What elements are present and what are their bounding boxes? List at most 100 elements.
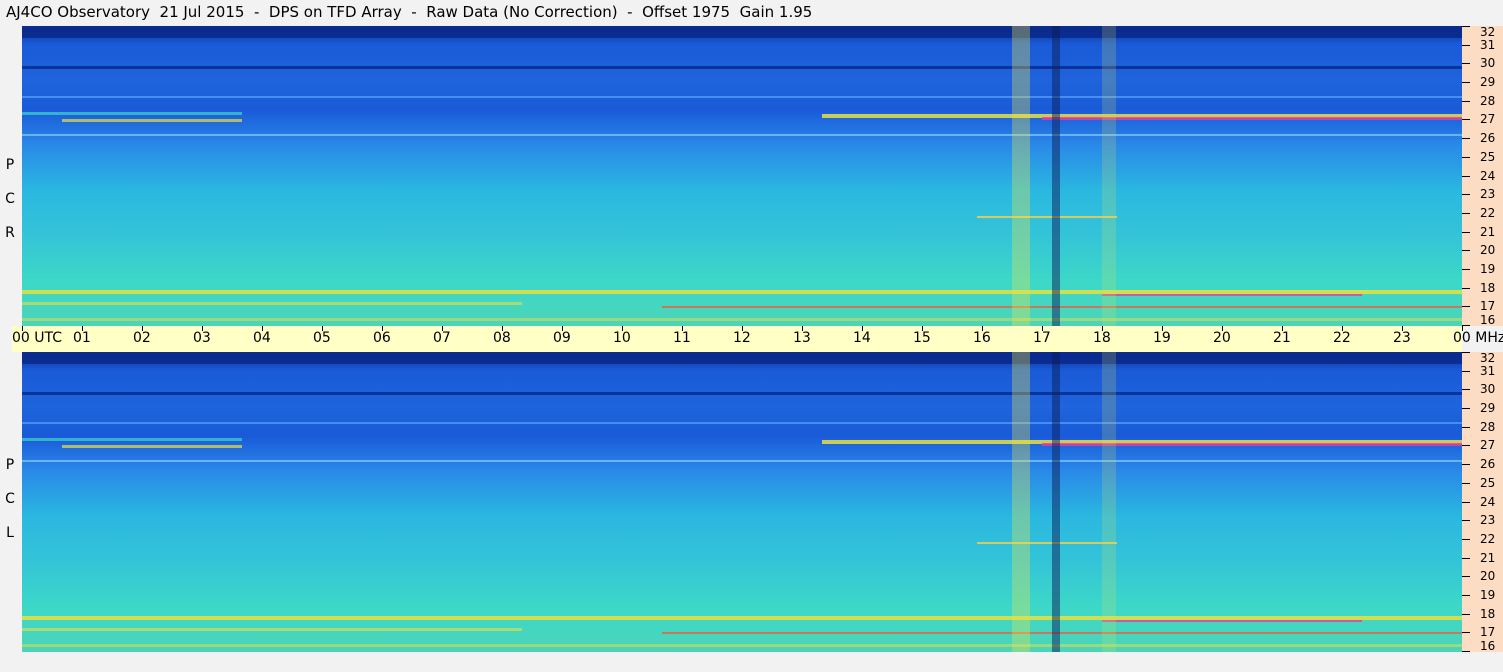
time-label: 05 (313, 330, 331, 346)
lcp-freq-label: 16 (1480, 639, 1496, 653)
rcp-freq-label: 25 (1480, 150, 1496, 164)
rcp-freq-label: 24 (1480, 169, 1496, 183)
lcp-freq-tick (1462, 520, 1470, 521)
time-label: 23 (1393, 330, 1411, 346)
rcp-freq-label: 26 (1480, 131, 1496, 145)
time-label: 00 UTC (12, 330, 63, 346)
time-label: 17 (1033, 330, 1051, 346)
time-label: 22 (1333, 330, 1351, 346)
rcp-freq-label: 22 (1480, 206, 1496, 220)
rcp-freq-label: 19 (1480, 262, 1496, 276)
lcp-freq-label: 24 (1480, 495, 1496, 509)
time-label: 10 (613, 330, 631, 346)
lcp-signal-band (22, 460, 1462, 462)
rcp-freq-label: 16 (1480, 313, 1496, 327)
lcp-freq-label: 23 (1480, 513, 1496, 527)
rcp-letter-r: R (5, 225, 15, 241)
lcp-burst-column (1102, 352, 1116, 652)
rcp-freq-tick (1462, 250, 1470, 251)
time-label: 13 (793, 330, 811, 346)
rcp-signal-band (22, 318, 1462, 321)
lcp-freq-tick (1462, 632, 1470, 633)
lcp-freq-tick (1462, 445, 1470, 446)
rcp-letter-p: P (5, 157, 15, 173)
time-label: 14 (853, 330, 871, 346)
lcp-signal-band (22, 422, 1462, 424)
rcp-burst-column (1012, 26, 1030, 326)
rcp-signal-band (22, 66, 1462, 69)
rcp-freq-tick (1462, 101, 1470, 102)
lcp-freq-tick (1462, 352, 1470, 353)
time-label: 21 (1273, 330, 1291, 346)
lcp-freq-tick (1462, 576, 1470, 577)
time-label: 07 (433, 330, 451, 346)
rcp-signal-band (22, 112, 242, 115)
lcp-freq-tick (1462, 595, 1470, 596)
rcp-freq-tick (1462, 82, 1470, 83)
lcp-freq-label: 19 (1480, 588, 1496, 602)
rcp-freq-tick (1462, 45, 1470, 46)
rcp-signal-band (662, 306, 1462, 308)
lcp-freq-tick (1462, 539, 1470, 540)
rcp-freq-label: 31 (1480, 38, 1496, 52)
chart-title: AJ4CO Observatory 21 Jul 2015 - DPS on T… (6, 3, 813, 21)
rcp-freq-label: 23 (1480, 187, 1496, 201)
lcp-freq-tick (1462, 464, 1470, 465)
rcp-freq-label: 20 (1480, 243, 1496, 257)
rcp-signal-band (22, 96, 1462, 98)
rcp-freq-tick (1462, 194, 1470, 195)
rcp-freq-tick (1462, 176, 1470, 177)
rcp-freq-label: 29 (1480, 75, 1496, 89)
time-label: 08 (493, 330, 511, 346)
lcp-freq-label: 22 (1480, 532, 1496, 546)
rcp-freq-tick (1462, 157, 1470, 158)
rcp-signal-band (1102, 294, 1362, 296)
rcp-freq-tick (1462, 138, 1470, 139)
lcp-freq-tick (1462, 651, 1470, 652)
rcp-freq-tick (1462, 119, 1470, 120)
lcp-burst-column (1052, 352, 1060, 652)
lcp-signal-band (977, 542, 1117, 544)
lcp-spectrogram (22, 352, 1462, 652)
time-label: 03 (193, 330, 211, 346)
rcp-spectrogram (22, 26, 1462, 326)
lcp-freq-tick (1462, 371, 1470, 372)
time-label: 16 (973, 330, 991, 346)
rcp-freq-tick (1462, 26, 1470, 27)
time-label: 15 (913, 330, 931, 346)
rcp-signal-band (62, 119, 242, 122)
time-label: 06 (373, 330, 391, 346)
rcp-freq-label: 32 (1480, 25, 1496, 39)
lcp-signal-band (1102, 620, 1362, 622)
rcp-freq-tick (1462, 232, 1470, 233)
lcp-freq-tick (1462, 408, 1470, 409)
lcp-freq-label: 30 (1480, 382, 1496, 396)
rcp-burst-column (1102, 26, 1116, 326)
rcp-freq-tick (1462, 325, 1470, 326)
lcp-freq-label: 21 (1480, 551, 1496, 565)
rcp-freq-tick (1462, 288, 1470, 289)
rcp-freq-label: 18 (1480, 281, 1496, 295)
lcp-label-strip: P C L (0, 352, 22, 652)
rcp-freq-label: 21 (1480, 225, 1496, 239)
lcp-freq-label: 31 (1480, 364, 1496, 378)
rcp-freq-label: 28 (1480, 94, 1496, 108)
rcp-freq-tick (1462, 269, 1470, 270)
lcp-signal-band (62, 445, 242, 448)
lcp-freq-label: 26 (1480, 457, 1496, 471)
rcp-freq-tick (1462, 213, 1470, 214)
lcp-freq-label: 17 (1480, 625, 1496, 639)
time-label: 00 MHz (1453, 330, 1503, 346)
lcp-freq-tick (1462, 502, 1470, 503)
lcp-burst-column (1012, 352, 1030, 652)
lcp-signal-band (22, 438, 242, 441)
lcp-signal-band (22, 392, 1462, 395)
lcp-freq-label: 18 (1480, 607, 1496, 621)
rcp-signal-band (22, 28, 1462, 38)
lcp-freq-tick (1462, 558, 1470, 559)
lcp-freq-label: 29 (1480, 401, 1496, 415)
lcp-freq-label: 20 (1480, 569, 1496, 583)
rcp-freq-label: 17 (1480, 299, 1496, 313)
rcp-freq-label: 30 (1480, 56, 1496, 70)
rcp-freq-label: 27 (1480, 112, 1496, 126)
